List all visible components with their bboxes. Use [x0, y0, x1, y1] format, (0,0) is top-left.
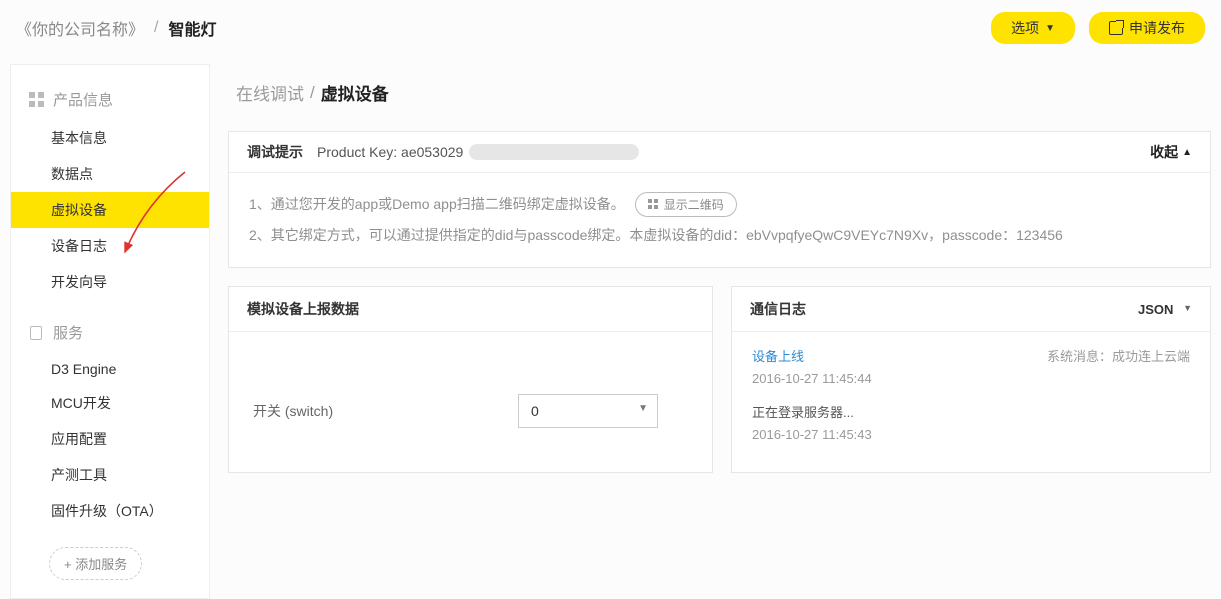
product-key-masked — [469, 144, 639, 160]
show-qr-button[interactable]: 显示二维码 — [635, 192, 737, 217]
options-label: 选项 — [1011, 18, 1039, 38]
breadcrumb-current: 智能灯 — [168, 16, 216, 40]
page-title-sep: / — [310, 83, 315, 103]
page-title: 在线调试 / 虚拟设备 — [228, 64, 1211, 113]
sidebar-item-ota[interactable]: 固件升级（OTA） — [11, 493, 209, 529]
sidebar-item-production-tool[interactable]: 产测工具 — [11, 457, 209, 493]
debug-tip-panel: 调试提示 Product Key: ae053029 收起 ▲ 1、通过您开发的… — [228, 131, 1211, 268]
show-qr-label: 显示二维码 — [664, 196, 724, 213]
sidebar-group-product-label: 产品信息 — [53, 89, 113, 110]
log-message: 正在登录服务器... — [752, 402, 1190, 421]
sidebar-item-dev-guide[interactable]: 开发向导 — [11, 264, 209, 300]
publish-button[interactable]: 申请发布 — [1089, 12, 1205, 44]
sidebar-item-device-log[interactable]: 设备日志 — [11, 228, 209, 264]
simulate-title: 模拟设备上报数据 — [247, 299, 359, 319]
log-system-message: 系统消息：成功连上云端 — [1047, 346, 1190, 365]
switch-select[interactable]: 01 — [518, 394, 658, 428]
log-panel: 通信日志 JSON 设备上线 系统消息：成功连上云端 2016-10-27 11… — [731, 286, 1211, 473]
switch-field-label: 开关 (switch) — [253, 401, 333, 421]
chevron-down-icon: ▼ — [1045, 23, 1055, 34]
collapse-button[interactable]: 收起 ▲ — [1150, 142, 1192, 162]
chevron-up-icon: ▲ — [1182, 147, 1192, 158]
publish-label: 申请发布 — [1129, 18, 1185, 38]
simulate-panel: 模拟设备上报数据 开关 (switch) 01 — [228, 286, 713, 473]
collapse-label: 收起 — [1150, 142, 1178, 162]
breadcrumb: 《你的公司名称》 / 智能灯 — [16, 16, 216, 40]
breadcrumb-company[interactable]: 《你的公司名称》 — [16, 16, 144, 40]
sidebar-item-mcu-dev[interactable]: MCU开发 — [11, 385, 209, 421]
sidebar-item-app-config[interactable]: 应用配置 — [11, 421, 209, 457]
log-event-link[interactable]: 设备上线 — [752, 346, 804, 365]
page-title-current: 虚拟设备 — [321, 80, 389, 105]
options-button[interactable]: 选项 ▼ — [991, 12, 1075, 44]
sidebar: 产品信息 基本信息 数据点 虚拟设备 设备日志 开发向导 服务 D3 Engin… — [10, 64, 210, 599]
tip-line-1: 1、通过您开发的app或Demo app扫描二维码绑定虚拟设备。 — [249, 189, 625, 220]
sidebar-item-basic-info[interactable]: 基本信息 — [11, 120, 209, 156]
service-icon — [29, 325, 45, 341]
sidebar-item-d3-engine[interactable]: D3 Engine — [11, 353, 209, 385]
external-link-icon — [1109, 21, 1123, 35]
sidebar-item-virtual-device[interactable]: 虚拟设备 — [11, 192, 209, 228]
product-key-label: Product Key: ae053029 — [317, 144, 463, 160]
qr-icon — [648, 199, 658, 209]
log-timestamp: 2016-10-27 11:45:43 — [752, 427, 1190, 442]
log-title: 通信日志 — [750, 299, 806, 319]
sidebar-group-service: 服务 — [11, 316, 209, 353]
grid-icon — [29, 92, 45, 108]
log-timestamp: 2016-10-27 11:45:44 — [752, 371, 1190, 386]
add-service-button[interactable]: + 添加服务 — [49, 547, 142, 580]
log-format-select[interactable]: JSON — [1138, 302, 1192, 317]
breadcrumb-sep: / — [154, 19, 158, 37]
sidebar-group-product: 产品信息 — [11, 83, 209, 120]
page-title-parent: 在线调试 — [236, 80, 304, 105]
tip-title: 调试提示 — [247, 142, 303, 162]
sidebar-group-service-label: 服务 — [53, 322, 83, 343]
sidebar-item-data-points[interactable]: 数据点 — [11, 156, 209, 192]
tip-line-2: 2、其它绑定方式，可以通过提供指定的did与passcode绑定。本虚拟设备的d… — [249, 220, 1190, 251]
